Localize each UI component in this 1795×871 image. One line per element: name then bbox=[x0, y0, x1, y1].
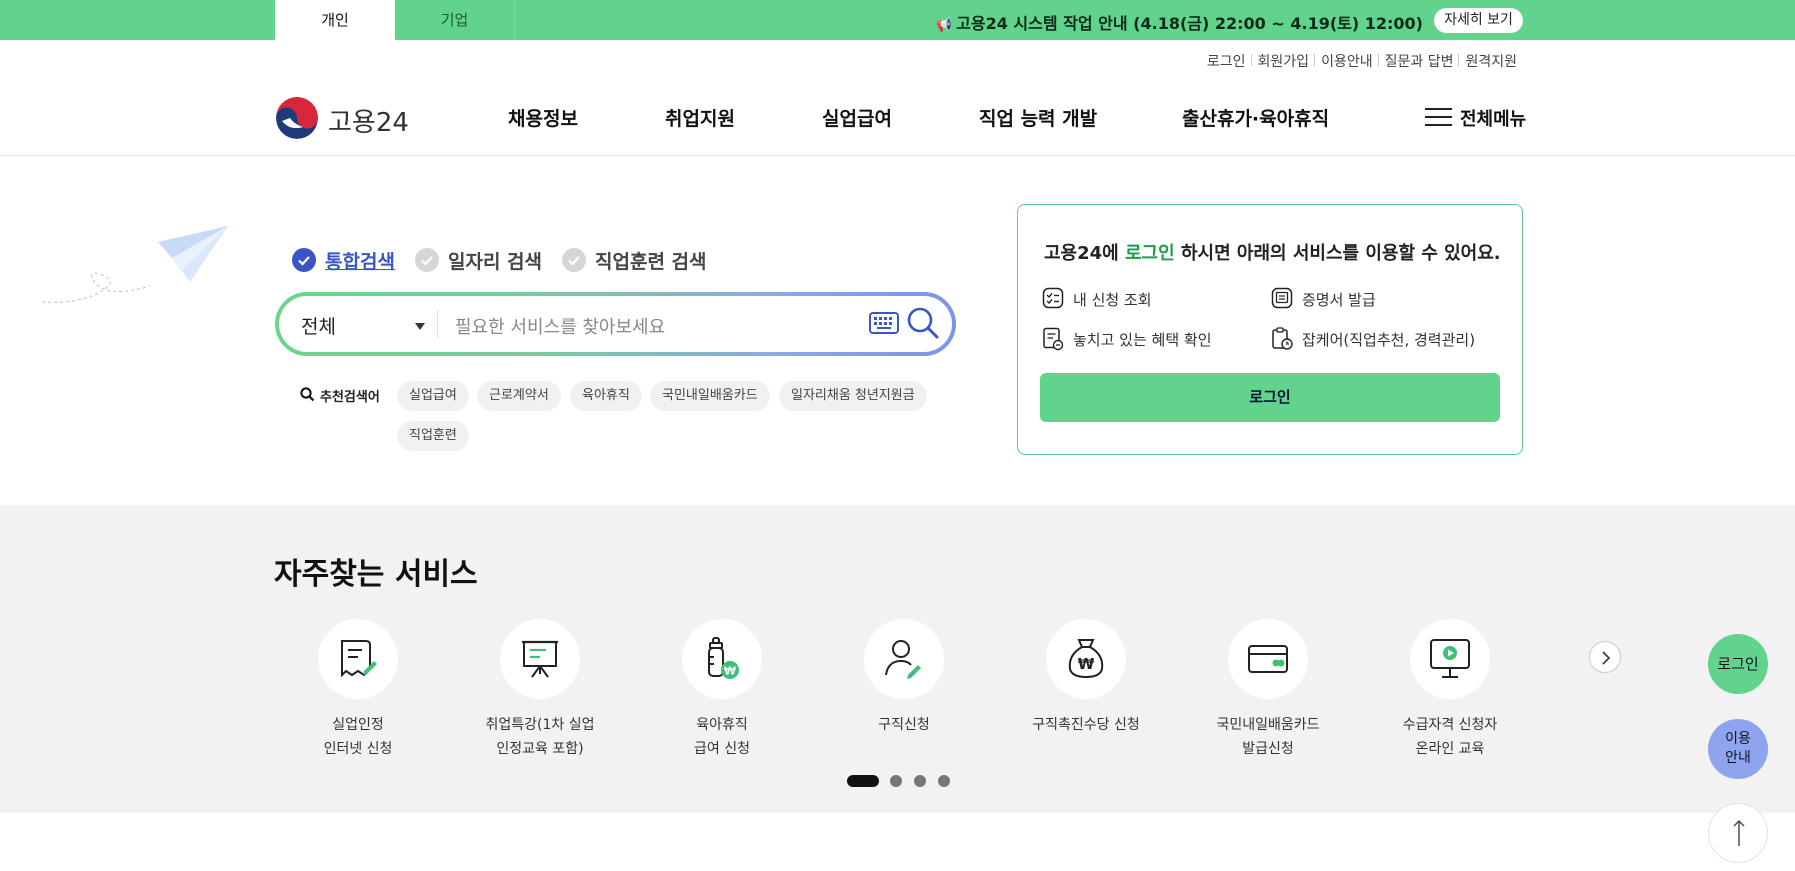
hamburger-icon bbox=[1425, 108, 1452, 127]
person-pen-icon bbox=[885, 640, 921, 679]
logo-text: 고용24 bbox=[328, 108, 409, 138]
card-icon bbox=[1248, 645, 1288, 673]
keyword-chip[interactable]: 실업급여 bbox=[397, 381, 469, 411]
clipboard-clock-icon bbox=[1272, 327, 1293, 350]
search-divider bbox=[437, 310, 438, 338]
service-item[interactable]: 실업인정 인터넷 신청 bbox=[278, 619, 438, 761]
service-label: 육아휴직 급여 신청 bbox=[694, 717, 750, 757]
tab-training-search[interactable]: 직업훈련 검색 bbox=[595, 247, 707, 274]
util-remote-link[interactable]: 원격지원 bbox=[1458, 51, 1523, 71]
util-guide-link[interactable]: 이용안내 bbox=[1314, 51, 1379, 71]
service-label: 구직신청 bbox=[878, 717, 930, 733]
service-item[interactable]: 수급자격 신청자 온라인 교육 bbox=[1370, 619, 1530, 761]
login-panel: 고용24에 로그인 하시면 아래의 서비스를 이용할 수 있어요. 내 신청 조… bbox=[1017, 204, 1523, 455]
keyword-chip[interactable]: 육아휴직 bbox=[570, 381, 642, 411]
document-pen-icon bbox=[341, 640, 377, 678]
keyboard-icon[interactable] bbox=[869, 312, 899, 334]
service-item[interactable]: 구직신청 bbox=[824, 619, 984, 737]
nav-vocational-training[interactable]: 직업 능력 개발 bbox=[979, 104, 1097, 131]
arrow-up-icon bbox=[1733, 820, 1745, 846]
search-category-select[interactable]: 전체 bbox=[301, 312, 336, 339]
pagination-dot[interactable] bbox=[914, 775, 926, 787]
scroll-top-button[interactable] bbox=[1708, 803, 1768, 863]
keyword-chip[interactable]: 일자리채움 청년지원금 bbox=[779, 381, 927, 411]
check-inactive-icon bbox=[415, 248, 439, 272]
service-label: 취업특강(1차 실업 인정교육 포함) bbox=[485, 717, 595, 757]
presentation-board-icon bbox=[522, 640, 558, 678]
nav-parental-leave[interactable]: 출산휴가·육아휴직 bbox=[1182, 104, 1329, 131]
site-logo[interactable]: 고용24 bbox=[276, 97, 416, 141]
pagination-dot-active[interactable] bbox=[847, 775, 879, 787]
service-item[interactable]: 취업특강(1차 실업 인정교육 포함) bbox=[460, 619, 620, 761]
search-icon[interactable] bbox=[906, 306, 940, 340]
top-notice-bar: 개인 기업 📢 고용24 시스템 작업 안내 (4.18(금) 22:00 ~ 4… bbox=[0, 0, 1795, 40]
search-small-icon bbox=[300, 387, 315, 402]
search-input[interactable]: 필요한 서비스를 찾아보세요 bbox=[455, 313, 665, 339]
util-signup-link[interactable]: 회원가입 bbox=[1250, 51, 1316, 71]
checklist-icon bbox=[1042, 287, 1064, 309]
keyword-chip[interactable]: 직업훈련 bbox=[397, 421, 469, 451]
pagination-dot[interactable] bbox=[890, 775, 902, 787]
service-label: 구직촉진수당 신청 bbox=[1032, 717, 1140, 733]
pagination-dot[interactable] bbox=[938, 775, 950, 787]
monitor-play-icon bbox=[1430, 639, 1470, 678]
frequent-services-title: 자주찾는 서비스 bbox=[274, 557, 478, 592]
document-alert-icon bbox=[1043, 327, 1064, 351]
service-label: 수급자격 신청자 온라인 교육 bbox=[1402, 717, 1498, 757]
taegeuk-logo-icon bbox=[276, 97, 318, 139]
check-active-icon bbox=[292, 248, 316, 272]
tab-personal[interactable]: 개인 bbox=[275, 0, 395, 40]
tab-business[interactable]: 기업 bbox=[395, 0, 515, 40]
baby-bottle-won-icon: ₩ bbox=[708, 637, 739, 679]
certificate-icon bbox=[1271, 287, 1293, 309]
util-qna-link[interactable]: 질문과 답변 bbox=[1377, 51, 1460, 71]
floating-login-button[interactable]: 로그인 bbox=[1708, 634, 1768, 694]
floating-guide-button[interactable]: 이용 안내 bbox=[1708, 719, 1768, 779]
login-panel-title: 고용24에 로그인 하시면 아래의 서비스를 이용할 수 있어요. bbox=[1044, 243, 1501, 264]
paper-plane-icon bbox=[41, 226, 228, 303]
svg-text:₩: ₩ bbox=[724, 665, 736, 678]
tab-job-search[interactable]: 일자리 검색 bbox=[448, 247, 542, 274]
chevron-right-icon bbox=[1602, 651, 1611, 665]
nav-employment-support[interactable]: 취업지원 bbox=[665, 104, 735, 131]
frequent-services-section: 자주찾는 서비스 실업인정 인터넷 신청 취업특강(1차 실업 인정교육 포함)… bbox=[0, 505, 1795, 813]
notice-detail-button[interactable]: 자세히 보기 bbox=[1434, 8, 1523, 33]
tab-integrated-search[interactable]: 통합검색 bbox=[325, 247, 395, 274]
service-item[interactable]: ₩ 구직촉진수당 신청 bbox=[1006, 619, 1166, 737]
login-button[interactable]: 로그인 bbox=[1040, 373, 1500, 422]
service-label: 국민내일배움카드 발급신청 bbox=[1216, 717, 1320, 757]
header-divider bbox=[0, 155, 1795, 156]
service-item[interactable]: 국민내일배움카드 발급신청 bbox=[1188, 619, 1348, 761]
money-bag-won-icon: ₩ bbox=[1068, 639, 1104, 679]
keyword-chip[interactable]: 국민내일배움카드 bbox=[650, 381, 770, 411]
service-label: 실업인정 인터넷 신청 bbox=[323, 717, 393, 757]
svg-text:₩: ₩ bbox=[1078, 655, 1095, 673]
keyword-chip[interactable]: 근로계약서 bbox=[477, 381, 561, 411]
util-links: 로그인 회원가입 이용안내 질문과 답변 원격지원 bbox=[1201, 51, 1523, 71]
all-menu-label: 전체메뉴 bbox=[1460, 109, 1527, 130]
login-link[interactable]: 로그인 bbox=[1125, 243, 1175, 264]
megaphone-icon: 📢 bbox=[935, 18, 953, 33]
util-login-link[interactable]: 로그인 bbox=[1201, 51, 1252, 71]
system-notice[interactable]: 📢 고용24 시스템 작업 안내 (4.18(금) 22:00 ~ 4.19(토)… bbox=[936, 10, 1423, 34]
check-inactive-icon bbox=[562, 248, 586, 272]
search-box: 전체 필요한 서비스를 찾아보세요 bbox=[275, 292, 956, 356]
nav-job-info[interactable]: 채용정보 bbox=[508, 104, 578, 131]
caret-down-icon[interactable] bbox=[415, 323, 425, 330]
notice-text: 고용24 시스템 작업 안내 (4.18(금) 22:00 ~ 4.19(토) … bbox=[956, 14, 1423, 33]
service-item[interactable]: ₩ 육아휴직 급여 신청 bbox=[642, 619, 802, 761]
carousel-next-button[interactable] bbox=[1589, 641, 1621, 673]
nav-unemployment-benefit[interactable]: 실업급여 bbox=[822, 104, 892, 131]
